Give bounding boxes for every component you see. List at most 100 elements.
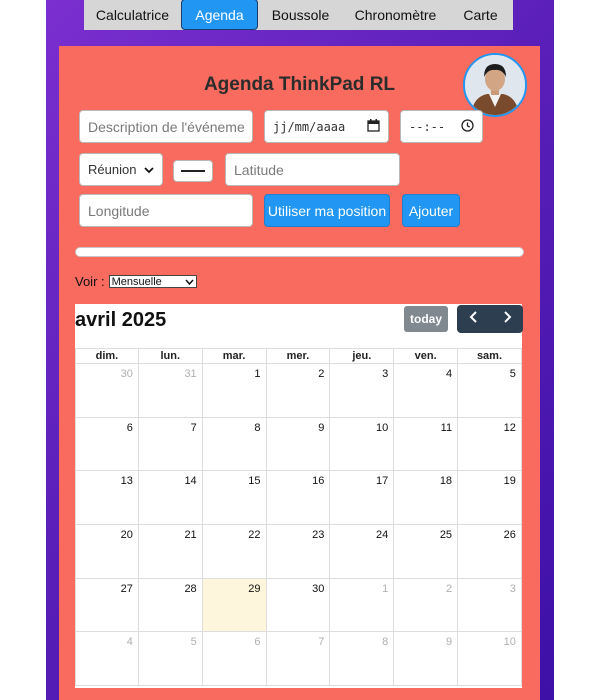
calendar-day-cell[interactable]: 11 [394,417,459,472]
day-number: 18 [439,475,453,488]
calendar-day-cell[interactable]: 31 [138,364,203,418]
calendar-day-cell[interactable]: 2 [266,364,331,418]
day-number: 28 [184,582,197,595]
calendar-grid: dim. lun. mar. mer. jeu. ven. sam. 30 31 1 2 3 4 5 6 7… [75,348,522,687]
time-placeholder: --:-- [409,119,446,134]
day-number: 6 [126,421,133,434]
calendar-week-row: 13 14 15 16 17 18 19 [75,471,522,526]
calendar-day-cell[interactable]: 1 [202,364,267,418]
day-number: 5 [190,636,197,649]
calendar-day-cell[interactable]: 14 [138,471,203,526]
calendar-day-cell[interactable]: 5 [138,632,203,687]
latitude-input[interactable] [225,153,400,186]
chevron-down-icon [144,162,154,177]
calendar-day-cell[interactable]: 27 [75,578,139,633]
day-number: 8 [254,421,261,434]
calendar-day-cell[interactable]: 9 [394,632,459,687]
day-number: 2 [445,582,453,595]
calendar-day-cell[interactable]: 5 [458,364,522,418]
day-number: 5 [509,368,516,380]
tab-chronometre[interactable]: Chronomètre [343,0,448,30]
calendar-day-cell[interactable]: 22 [202,525,267,579]
calendar-day-cell[interactable]: 25 [394,525,459,579]
calendar-day-cell[interactable]: 1 [330,578,395,633]
calendar-day-cell[interactable]: 15 [202,471,267,526]
calendar-week-row: 20 21 22 23 24 25 26 [75,525,522,579]
longitude-input[interactable] [79,194,253,227]
calendar-day-cell[interactable]: 18 [394,471,459,526]
calendar-day-cell[interactable]: 10 [330,417,395,472]
calendar-day-cell[interactable]: 10 [458,632,522,687]
day-number: 3 [509,582,516,595]
day-number: 10 [375,421,389,434]
calendar-day-cell[interactable]: 12 [458,417,522,472]
calendar-day-cell[interactable]: 23 [266,525,331,579]
tab-boussole[interactable]: Boussole [258,0,343,30]
calendar-day-cell[interactable]: 28 [138,578,203,633]
calendar-day-cell[interactable]: 7 [266,632,331,687]
calendar-icon[interactable] [367,118,380,135]
color-swatch [181,170,205,172]
date-placeholder: jj/mm/aaaa [273,119,346,134]
weekday-header-cell: ven. [394,348,459,364]
weekday-header-cell: mer. [266,348,331,364]
clock-icon[interactable] [461,118,474,135]
day-number: 20 [120,529,133,542]
time-input[interactable]: --:-- [400,110,483,143]
calendar-day-cell[interactable]: 3 [458,578,522,633]
calendar-day-cell[interactable]: 30 [75,364,139,418]
day-number: 15 [248,475,261,488]
today-button[interactable]: today [404,306,448,332]
calendar-day-cell[interactable]: 8 [330,632,395,687]
calendar-week-row: 4 5 6 7 8 9 10 [75,632,522,687]
use-position-button[interactable]: Utiliser ma position [264,194,390,227]
day-number: 10 [503,636,516,649]
tab-calculatrice[interactable]: Calculatrice [84,0,181,30]
calendar-day-cell[interactable]: 21 [138,525,203,579]
calendar-day-cell[interactable]: 8 [202,417,267,472]
tab-carte[interactable]: Carte [448,0,513,30]
event-type-select[interactable]: Réunion [79,153,163,186]
day-number: 7 [190,421,197,434]
calendar-day-cell[interactable]: 19 [458,471,522,526]
view-select[interactable]: Mensuelle [108,275,197,288]
calendar-day-cell[interactable]: 2 [394,578,459,633]
calendar-nav [457,305,523,333]
day-number: 7 [318,636,325,649]
date-input[interactable]: jj/mm/aaaa [264,110,389,143]
calendar-day-cell[interactable]: 7 [138,417,203,472]
calendar-day-cell[interactable]: 24 [330,525,395,579]
calendar-day-cell[interactable]: 4 [394,364,459,418]
day-number: 26 [503,529,516,542]
day-number: 1 [254,368,261,380]
tab-agenda[interactable]: Agenda [181,0,258,30]
day-number: 27 [120,582,133,595]
calendar-day-cell[interactable]: 6 [202,632,267,687]
calendar-week-row: 27 28 29 30 1 2 3 [75,578,522,633]
weekday-header-cell: lun. [138,348,203,364]
day-number: 16 [312,475,325,488]
add-button[interactable]: Ajouter [402,194,460,227]
day-number: 9 [445,636,453,649]
calendar-day-cell-today[interactable]: 29 [202,578,267,633]
day-number: 4 [445,368,453,380]
calendar-day-cell[interactable]: 9 [266,417,331,472]
weekday-header-cell: jeu. [330,348,395,364]
day-number: 9 [318,421,325,434]
calendar-day-cell[interactable]: 26 [458,525,522,579]
color-picker[interactable] [173,160,213,182]
calendar-day-cell[interactable]: 16 [266,471,331,526]
prev-month-button[interactable] [457,305,490,333]
next-month-button[interactable] [490,305,523,333]
calendar-day-cell[interactable]: 30 [266,578,331,633]
calendar-day-cell[interactable]: 3 [330,364,395,418]
calendar-day-cell[interactable]: 20 [75,525,139,579]
calendar-day-cell[interactable]: 13 [75,471,139,526]
calendar-day-cell[interactable]: 6 [75,417,139,472]
calendar-day-cell[interactable]: 4 [75,632,139,687]
day-number: 8 [382,636,389,649]
description-input[interactable] [79,110,253,143]
day-number: 30 [120,368,133,380]
calendar-day-cell[interactable]: 17 [330,471,395,526]
calendar-title: avril 2025 [75,309,167,331]
